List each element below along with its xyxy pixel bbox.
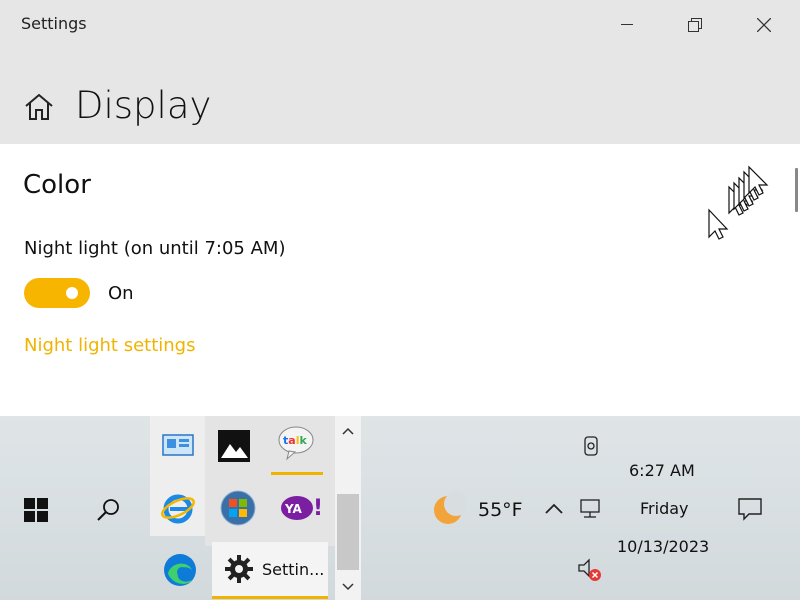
title-bar: Settings Display	[0, 0, 800, 144]
mouse-cursor-trail-icon	[705, 163, 770, 247]
settings-window: Settings Display Color Night light (on u…	[0, 0, 800, 416]
close-button[interactable]	[741, 0, 787, 50]
clock-day[interactable]: Friday	[640, 499, 689, 518]
clock-date[interactable]: 10/13/2023	[617, 537, 709, 556]
moon-weather-icon[interactable]	[428, 490, 468, 530]
settings-app-label: Settin...	[262, 559, 325, 579]
photos-app-icon[interactable]	[216, 428, 252, 464]
windows-logo-icon	[24, 498, 48, 522]
scroll-up-chevron-icon[interactable]	[338, 422, 358, 440]
start-button[interactable]	[18, 492, 54, 528]
edge-app-icon[interactable]	[160, 550, 200, 590]
toggle-state-label: On	[108, 283, 134, 304]
clock-time[interactable]: 6:27 AM	[629, 461, 695, 480]
windows-7-orb-icon[interactable]	[218, 488, 258, 528]
google-talk-app-icon[interactable]: talk	[276, 424, 316, 462]
notification-icon	[738, 498, 762, 521]
settings-taskbar-button[interactable]: Settin...	[212, 542, 328, 596]
yahoo-app-icon[interactable]: YA !	[278, 490, 322, 526]
restore-icon	[688, 18, 702, 32]
settings-active-indicator	[212, 596, 328, 599]
talk-active-indicator	[271, 472, 323, 475]
show-hidden-icons-chevron-icon[interactable]	[540, 496, 568, 522]
search-button[interactable]	[90, 492, 126, 528]
volume-muted-icon[interactable]	[576, 556, 604, 584]
search-icon	[97, 499, 119, 521]
internet-explorer-app-icon[interactable]	[158, 488, 198, 528]
svg-text:talk: talk	[283, 434, 307, 447]
night-light-settings-link[interactable]: Night light settings	[24, 335, 195, 356]
svg-text:!: !	[313, 496, 321, 521]
gear-icon	[225, 555, 253, 583]
scroll-down-chevron-icon[interactable]	[338, 578, 358, 596]
page-title: Display	[75, 84, 212, 127]
close-icon	[757, 18, 771, 32]
camera-privacy-icon[interactable]	[578, 432, 604, 460]
minimize-icon	[621, 24, 633, 25]
window-title: Settings	[21, 14, 87, 33]
minimize-button[interactable]	[604, 0, 650, 50]
section-title-color: Color	[23, 170, 91, 200]
restore-button[interactable]	[672, 0, 718, 50]
control-panel-app-icon[interactable]	[160, 430, 196, 460]
network-icon[interactable]	[576, 496, 604, 522]
night-light-label: Night light (on until 7:05 AM)	[24, 238, 286, 259]
scrollbar[interactable]	[795, 168, 798, 212]
taskbar-scroll-thumb[interactable]	[337, 494, 359, 570]
toggle-knob	[66, 287, 78, 299]
night-light-toggle[interactable]	[24, 278, 90, 308]
svg-text:YA: YA	[284, 502, 303, 516]
action-center-button[interactable]	[734, 494, 766, 524]
home-icon[interactable]	[24, 93, 54, 125]
weather-temperature[interactable]: 55°F	[478, 499, 523, 521]
